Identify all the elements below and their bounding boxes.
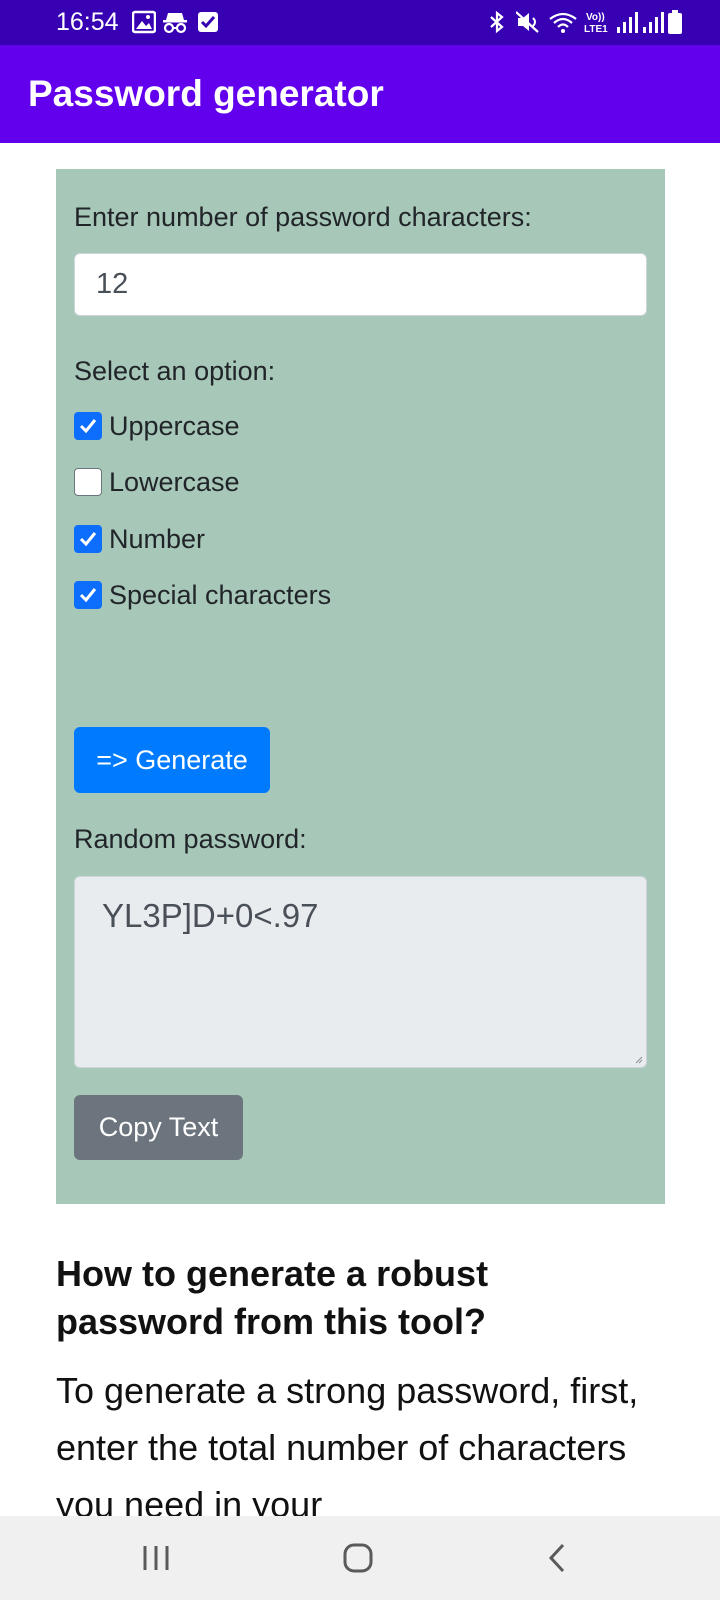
option-label: Special characters: [109, 580, 332, 610]
checkmark-icon: [79, 419, 97, 434]
checkbox-icon: [198, 12, 218, 32]
article-body: To generate a strong password, first, en…: [56, 1370, 639, 1525]
app-bar: Password generator: [0, 45, 720, 143]
status-time: 16:54: [56, 8, 119, 36]
back-icon[interactable]: [546, 1542, 570, 1574]
generate-button[interactable]: => Generate: [74, 727, 270, 793]
wifi-icon: [549, 12, 577, 33]
article-heading: How to generate a robust password from t…: [56, 1253, 489, 1342]
incognito-icon: [163, 13, 187, 34]
option-label: Uppercase: [109, 411, 240, 441]
checkbox-uppercase[interactable]: [74, 412, 102, 440]
screen: 16:54 Vo)) LTE1 Password generator Enter…: [0, 0, 720, 1600]
battery-icon: [668, 10, 682, 34]
checkbox-number[interactable]: [74, 525, 102, 553]
options-label: Select an option:: [74, 356, 276, 386]
option-label: Number: [109, 524, 206, 554]
mute-icon: [516, 11, 539, 33]
checkbox-special-characters[interactable]: [74, 581, 102, 609]
image-icon: [132, 10, 156, 34]
password-output[interactable]: YL3P]D+0<.97: [74, 876, 647, 1068]
signal-icon: [643, 12, 664, 33]
password-text: YL3P]D+0<.97: [102, 897, 319, 934]
length-input[interactable]: [74, 253, 647, 316]
svg-text:LTE1: LTE1: [584, 24, 608, 34]
navigation-bar: [0, 1516, 720, 1600]
checkbox-lowercase[interactable]: [74, 468, 102, 496]
generator-card: Enter number of password characters: Sel…: [56, 169, 665, 1204]
checkmark-icon: [79, 588, 97, 603]
app-title: Password generator: [28, 73, 384, 114]
signal-icon: [617, 12, 638, 33]
length-label: Enter number of password characters:: [74, 202, 532, 232]
copy-text-button[interactable]: Copy Text: [74, 1095, 243, 1160]
volte-icon: Vo)) LTE1: [584, 12, 608, 34]
status-bar: 16:54 Vo)) LTE1: [0, 0, 720, 45]
home-icon[interactable]: [342, 1542, 374, 1574]
result-label: Random password:: [74, 824, 307, 854]
recent-apps-icon[interactable]: [140, 1542, 172, 1574]
resize-handle-icon[interactable]: [635, 1056, 643, 1064]
bluetooth-icon: [490, 10, 504, 34]
option-label: Lowercase: [109, 467, 240, 497]
svg-text:Vo)): Vo)): [586, 12, 605, 23]
checkmark-icon: [79, 532, 97, 547]
